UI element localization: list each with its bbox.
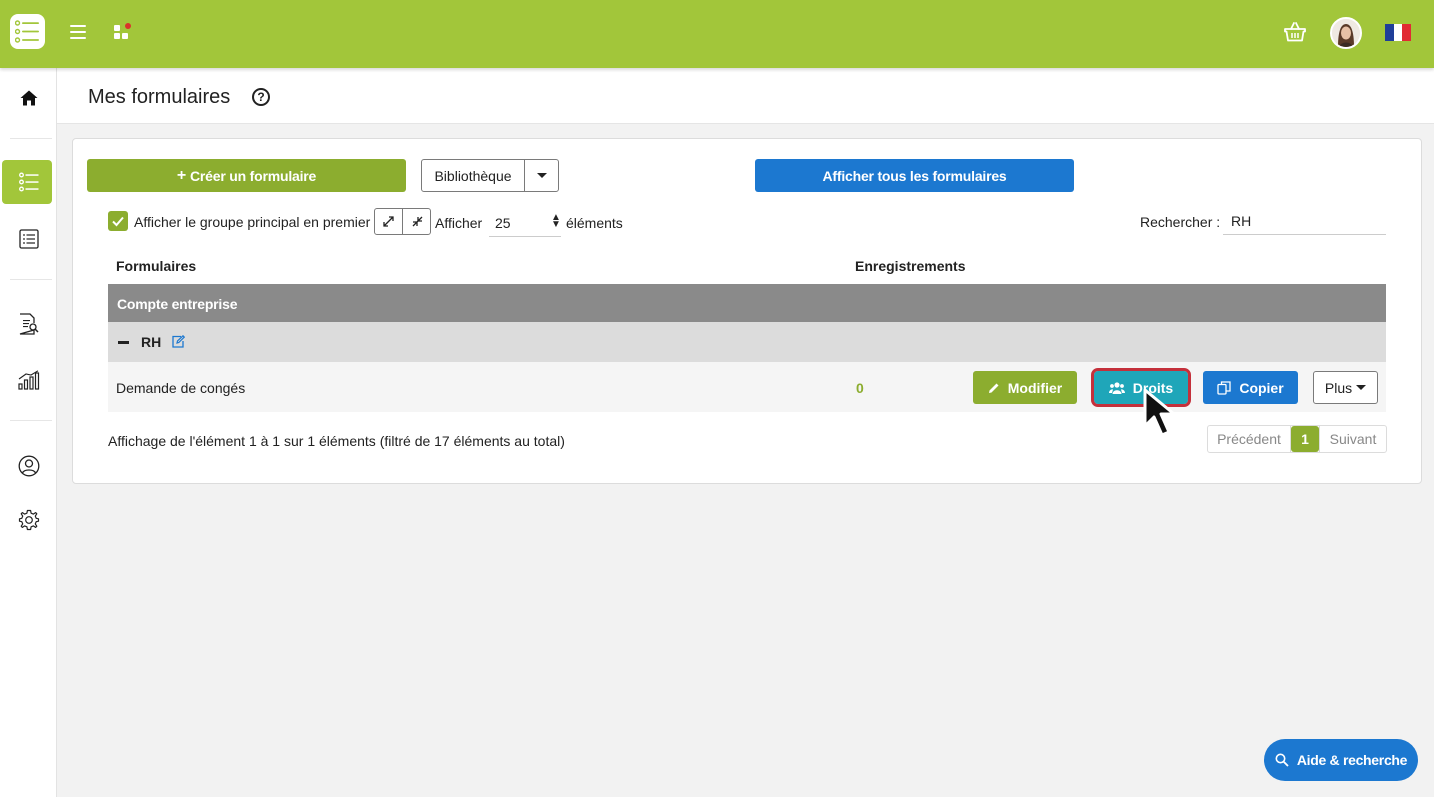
stats-chart-icon: [17, 370, 39, 390]
column-header-forms[interactable]: Formulaires: [116, 258, 196, 274]
hamburger-icon[interactable]: [70, 25, 86, 39]
subgroup-label: RH: [141, 334, 162, 350]
sidebar-item-forms[interactable]: [0, 160, 57, 204]
mouse-pointer-icon: [1143, 388, 1176, 437]
more-dropdown-button[interactable]: Plus: [1313, 371, 1378, 404]
collapse-minus-icon[interactable]: [118, 341, 129, 344]
modify-label: Modifier: [1007, 379, 1063, 396]
group-row: Compte entreprise: [108, 284, 1386, 322]
create-form-button[interactable]: + Créer un formulaire: [87, 159, 406, 192]
group-label: Compte entreprise: [117, 296, 238, 312]
sidebar-item-home[interactable]: [0, 76, 57, 120]
expand-all-button[interactable]: [375, 209, 403, 234]
report-search-icon: [19, 313, 39, 335]
page-length-select[interactable]: 25 ▲ ▼: [489, 210, 561, 237]
expand-collapse-group: [374, 208, 431, 235]
sidebar-item-settings[interactable]: [0, 498, 57, 542]
table-row: Demande de congés 0 Modifier Droits Copi…: [108, 362, 1386, 412]
list-icon: [18, 229, 39, 249]
french-flag-icon[interactable]: [1385, 24, 1412, 41]
record-count[interactable]: 0: [856, 380, 864, 396]
page-length-value: 25: [495, 215, 511, 231]
more-label: Plus: [1324, 379, 1353, 396]
show-all-forms-button[interactable]: Afficher tous les formulaires: [755, 159, 1074, 192]
collapse-icon: [412, 216, 422, 227]
caret-down-icon: [1356, 385, 1367, 390]
show-label: Afficher: [435, 215, 483, 231]
help-icon[interactable]: ?: [252, 88, 270, 106]
form-list-icon: [18, 172, 38, 192]
user-avatar[interactable]: [1330, 17, 1362, 49]
form-name[interactable]: Demande de congés: [116, 380, 245, 396]
sidebar-item-stats[interactable]: [0, 358, 57, 402]
edit-icon[interactable]: [171, 334, 186, 351]
sidebar: [0, 68, 57, 797]
pagination: Précédent 1 Suivant: [1207, 425, 1387, 453]
page-title: Mes formulaires: [88, 86, 231, 108]
search-label: Rechercher :: [1140, 214, 1221, 230]
users-icon: [1108, 381, 1125, 394]
copy-icon: [1217, 380, 1231, 395]
library-button[interactable]: Bibliothèque: [422, 160, 525, 191]
notification-dot: [125, 23, 131, 29]
elements-label: éléments: [566, 215, 623, 231]
user-circle-icon: [18, 455, 39, 477]
basket-icon[interactable]: [1284, 22, 1306, 45]
sidebar-item-list[interactable]: [0, 217, 57, 261]
help-search-label: Aide & recherche: [1296, 752, 1408, 768]
library-caret-button[interactable]: [525, 160, 558, 191]
expand-icon: [383, 216, 394, 227]
sidebar-item-reports[interactable]: [0, 302, 57, 346]
group-first-label: Afficher le groupe principal en premier: [134, 214, 371, 230]
select-arrows-icon: ▲ ▼: [551, 212, 561, 230]
top-bar: [0, 0, 1434, 68]
gear-icon: [18, 509, 39, 531]
copy-button[interactable]: Copier: [1203, 371, 1298, 404]
check-icon: [112, 216, 124, 227]
search-icon: [1275, 753, 1289, 767]
copy-label: Copier: [1239, 379, 1284, 396]
home-icon: [20, 90, 37, 106]
plus-icon: +: [176, 166, 187, 184]
page-header: Mes formulaires ?: [57, 68, 1434, 124]
help-search-button[interactable]: Aide & recherche: [1264, 739, 1418, 781]
library-dropdown: Bibliothèque: [421, 159, 559, 192]
search-input[interactable]: [1223, 208, 1386, 235]
previous-page-button[interactable]: Précédent: [1208, 426, 1291, 452]
pencil-icon: [988, 383, 999, 393]
apps-grid-icon[interactable]: [114, 23, 131, 41]
caret-down-icon: [536, 173, 547, 178]
sidebar-item-account[interactable]: [0, 444, 57, 488]
modify-button[interactable]: Modifier: [973, 371, 1077, 404]
subgroup-row: RH: [108, 322, 1386, 362]
forms-card: + Créer un formulaire Bibliothèque Affic…: [72, 138, 1422, 484]
group-first-checkbox[interactable]: [108, 211, 128, 231]
collapse-all-button[interactable]: [403, 209, 431, 234]
current-page-button[interactable]: 1: [1291, 426, 1319, 452]
table-info: Affichage de l'élément 1 à 1 sur 1 éléme…: [108, 433, 565, 449]
create-form-label: Créer un formulaire: [190, 167, 317, 184]
column-header-records[interactable]: Enregistrements: [855, 258, 965, 274]
next-page-button[interactable]: Suivant: [1319, 426, 1386, 452]
app-logo-icon[interactable]: [10, 14, 45, 49]
